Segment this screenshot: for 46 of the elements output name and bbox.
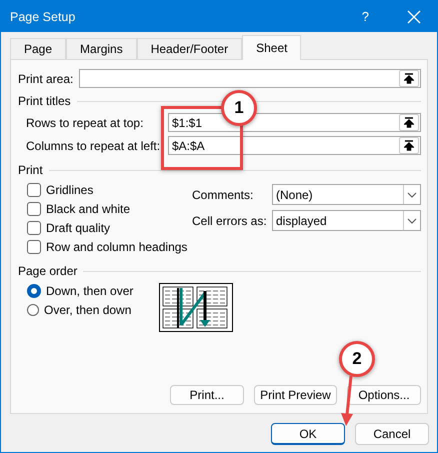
input-field[interactable]: $1:$1 [168, 113, 421, 132]
radio-button[interactable] [27, 284, 41, 298]
chevron-down-icon [407, 192, 417, 198]
input-field[interactable] [79, 69, 421, 88]
tab[interactable]: Page [10, 38, 66, 59]
pointer-arrow [341, 375, 355, 427]
field-label: Cell errors as: [192, 214, 268, 228]
group-heading: Page order [18, 264, 78, 278]
field-label: Comments: [192, 188, 254, 202]
dropdown[interactable]: (None) [272, 184, 421, 205]
checkbox-label: Gridlines [46, 183, 94, 197]
field-label: Columns to repeat at left: [26, 138, 162, 152]
chevron-down-icon [407, 218, 417, 224]
upload-arrow-icon [404, 140, 414, 151]
tab[interactable]: Margins [66, 38, 137, 59]
checkbox[interactable] [27, 240, 41, 254]
collapse-button[interactable] [399, 70, 419, 87]
upload-arrow-icon [404, 117, 414, 128]
checkbox[interactable] [27, 221, 41, 235]
dialog-button[interactable]: OK [271, 423, 345, 445]
field-label: Rows to repeat at top: [26, 116, 144, 130]
close-icon[interactable] [407, 10, 421, 24]
radio-button[interactable] [27, 304, 39, 316]
checkbox[interactable] [27, 183, 41, 197]
upload-arrow-icon [404, 73, 414, 84]
checkbox-label: Black and white [46, 202, 130, 216]
group-heading: Print [18, 163, 43, 177]
input-field[interactable]: $A:$A [168, 136, 421, 155]
collapse-button[interactable] [399, 114, 419, 131]
radio-label: Down, then over [46, 284, 134, 298]
tab[interactable]: Sheet [242, 35, 302, 60]
dialog-button[interactable]: Cancel [355, 423, 429, 445]
dialog-button[interactable]: Print Preview [254, 385, 337, 405]
window-title: Page Setup [10, 10, 76, 24]
radio-label: Over, then down [44, 303, 132, 317]
checkbox[interactable] [27, 202, 41, 216]
field-label: Print area: [18, 72, 74, 86]
dialog-button[interactable]: Print... [170, 385, 244, 405]
checkbox-label: Row and column headings [46, 240, 188, 254]
group-heading: Print titles [18, 94, 71, 108]
checkbox-label: Draft quality [46, 221, 110, 235]
tab[interactable]: Header/Footer [136, 38, 242, 59]
collapse-button[interactable] [399, 137, 419, 154]
dialog-button[interactable]: Options... [347, 385, 421, 405]
help-button[interactable]: ? [362, 9, 369, 24]
dropdown[interactable]: displayed [272, 210, 421, 231]
